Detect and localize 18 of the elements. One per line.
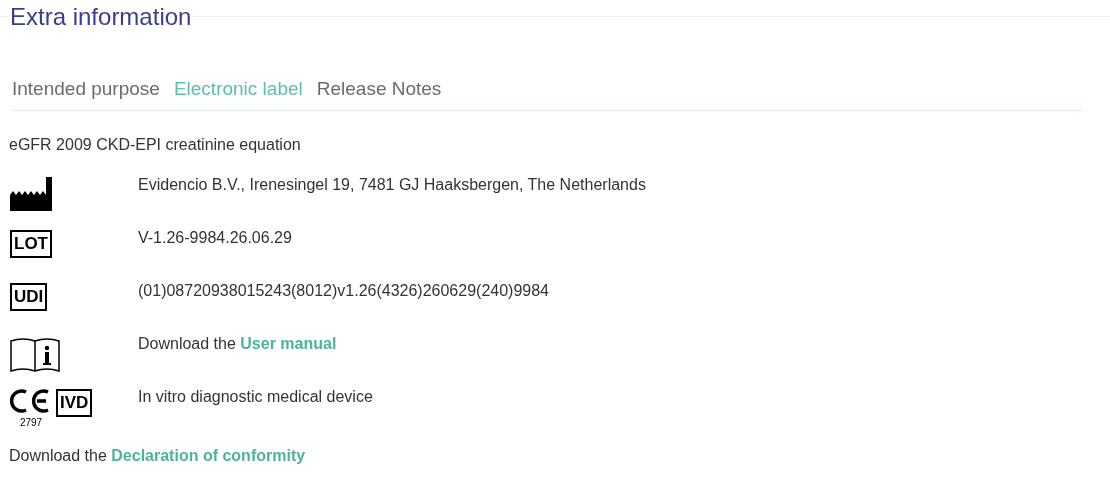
label-text: In vitro diagnostic medical device — [138, 387, 373, 407]
manual-text: Download the User manual — [138, 334, 337, 354]
tab[interactable]: Intended purpose — [12, 77, 160, 101]
label-text: V-1.26-9984.26.06.29 — [138, 228, 292, 248]
ivd-symbol: IVD — [56, 389, 93, 417]
download-link[interactable]: User manual — [240, 335, 337, 352]
ce-mark-icon — [10, 389, 52, 413]
tab[interactable]: Electronic label — [173, 77, 303, 101]
label-text: Evidencio B.V., Irenesingel 19, 7481 GJ Haaksbergen, The Netherlands — [138, 175, 646, 195]
instructions-book-icon — [10, 336, 60, 372]
lot-symbol: LOT — [10, 230, 52, 258]
tab[interactable]: Release Notes — [316, 77, 442, 101]
declaration-text: Download the Declaration of conformity — [9, 447, 306, 464]
device-name: eGFR 2009 CKD-EPI creatinine equation — [9, 136, 301, 153]
notified-body-number: 2797 — [19, 417, 43, 429]
udi-symbol: UDI — [10, 283, 48, 311]
download-link[interactable]: Declaration of conformity — [111, 447, 306, 464]
label-text: (01)08720938015243(8012)v1.26(4326)260629(240)9984 — [138, 281, 549, 301]
